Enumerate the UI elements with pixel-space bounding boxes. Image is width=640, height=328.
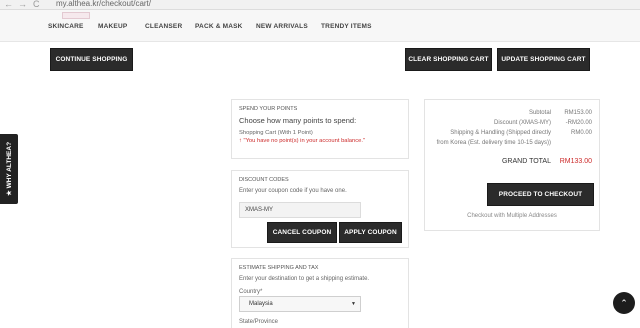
estimate-shipping-panel: ESTIMATE SHIPPING AND TAX Enter your des… <box>231 258 409 328</box>
forward-icon[interactable]: → <box>18 0 27 9</box>
nav-trendy-items[interactable]: TRENDY ITEMS <box>321 23 372 31</box>
points-error: ↑ "You have no point(s) in your account … <box>239 138 366 144</box>
discount-value: -RM20.00 <box>565 120 592 126</box>
grand-total-label: GRAND TOTAL <box>501 158 551 165</box>
address-bar[interactable]: my.althea.kr/checkout/cart/ <box>56 0 151 9</box>
subtotal-value: RM153.00 <box>564 110 592 116</box>
continue-shopping-button[interactable]: CONTINUE SHOPPING <box>50 48 133 71</box>
site-logo[interactable] <box>62 12 90 19</box>
back-icon[interactable]: ← <box>4 0 13 9</box>
chevron-up-icon: ⌃ <box>620 297 628 308</box>
shipping-label-line1: Shipping & Handling (Shipped directly <box>450 130 551 136</box>
state-label: State/Province <box>239 319 279 325</box>
arrow-up-icon: ↑ <box>239 138 242 144</box>
country-select[interactable]: Malaysia ▼ <box>239 296 361 312</box>
why-althea-label: ★ WHY ALTHEA? <box>6 141 13 197</box>
nav-pack-mask[interactable]: PACK & MASK <box>195 23 243 31</box>
points-heading: Choose how many points to spend: <box>239 116 357 125</box>
shipping-title: ESTIMATE SHIPPING AND TAX <box>239 265 319 271</box>
nav-makeup[interactable]: MAKEUP <box>98 23 127 31</box>
cancel-coupon-button[interactable]: CANCEL COUPON <box>267 222 337 243</box>
clear-cart-button[interactable]: CLEAR SHOPPING CART <box>405 48 492 71</box>
country-selected-value: Malaysia <box>249 301 273 307</box>
subtotal-label: Subtotal <box>528 110 551 116</box>
update-cart-button[interactable]: UPDATE SHOPPING CART <box>497 48 590 71</box>
apply-coupon-button[interactable]: APPLY COUPON <box>339 222 402 243</box>
reload-icon[interactable]: C <box>33 0 40 9</box>
nav-cleanser[interactable]: CLEANSER <box>145 23 182 31</box>
spend-points-title: SPEND YOUR POINTS <box>239 106 298 112</box>
discount-prompt: Enter your coupon code if you have one. <box>239 188 347 194</box>
multiple-addresses-link[interactable]: Checkout with Multiple Addresses <box>425 212 599 220</box>
why-althea-tab[interactable]: ★ WHY ALTHEA? <box>0 134 18 204</box>
grand-total-value: RM133.00 <box>559 158 592 165</box>
points-error-text: You have no point(s) in your account bal… <box>245 138 363 144</box>
discount-label: Discount (XMAS-MY) <box>493 120 551 126</box>
proceed-to-checkout-button[interactable]: PROCEED TO CHECKOUT <box>487 183 594 206</box>
spend-points-panel: SPEND YOUR POINTS Choose how many points… <box>231 99 409 159</box>
nav-new-arrivals[interactable]: NEW ARRIVALS <box>256 23 308 31</box>
shipping-value: RM0.00 <box>570 130 592 136</box>
nav-skincare[interactable]: SKINCARE <box>48 23 84 31</box>
main-navigation: SKINCARE MAKEUP CLEANSER PACK & MASK NEW… <box>0 10 640 42</box>
country-label: Country* <box>239 289 263 295</box>
cart-totals-panel: Subtotal RM153.00 Discount (XMAS-MY) -RM… <box>424 99 600 231</box>
shipping-prompt: Enter your destination to get a shipping… <box>239 276 370 282</box>
dropdown-caret-icon: ▼ <box>351 301 356 307</box>
browser-toolbar: ← → C my.althea.kr/checkout/cart/ <box>0 0 640 10</box>
points-cart-line: Shopping Cart (With 1 Point) <box>239 130 313 136</box>
discount-title: DISCOUNT CODES <box>239 177 289 183</box>
discount-codes-panel: DISCOUNT CODES Enter your coupon code if… <box>231 170 409 248</box>
scroll-to-top-button[interactable]: ⌃ <box>613 292 635 314</box>
coupon-code-input[interactable]: XMAS-MY <box>239 202 361 218</box>
shipping-label-line2: from Korea (Est. delivery time 10-15 day… <box>436 140 551 146</box>
